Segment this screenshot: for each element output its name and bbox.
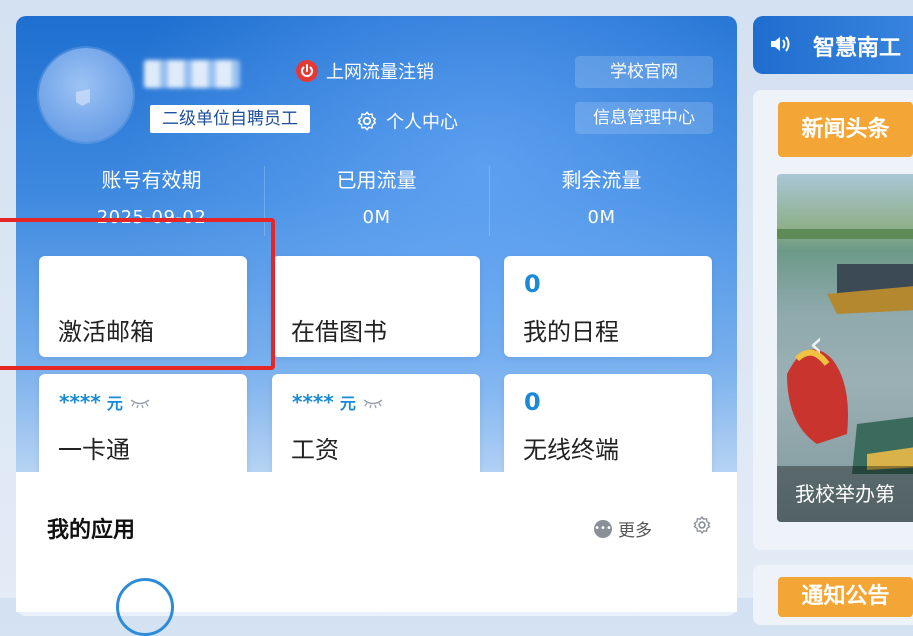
eye-closed-icon[interactable] [362, 397, 384, 409]
stat-value: 0M [587, 207, 616, 228]
avatar[interactable] [39, 48, 133, 142]
news-caption[interactable]: 我校举办第 [777, 466, 913, 522]
stat-used-traffic: 已用流量 0M [264, 164, 489, 228]
card-title: 工资 [291, 436, 339, 464]
notice-tab[interactable]: 通知公告 [778, 577, 913, 617]
card-campus-card[interactable]: **** 元 一卡通 [39, 374, 247, 484]
profile-center-link[interactable]: 个人中心 [356, 108, 458, 134]
more-link[interactable]: ••• 更多 [594, 516, 652, 541]
logout-traffic-link[interactable]: 上网流量注销 [296, 58, 434, 84]
currency-unit: 元 [106, 394, 123, 413]
speaker-icon [771, 36, 790, 52]
card-count: 0 [524, 388, 541, 416]
more-dots-icon: ••• [594, 519, 612, 538]
apps-title: 我的应用 [47, 518, 136, 543]
stat-label: 已用流量 [336, 168, 417, 192]
role-badge: 二级单位自聘员工 [150, 105, 310, 133]
info-center-button[interactable]: 信息管理中心 [575, 102, 713, 134]
card-my-schedule[interactable]: 0 我的日程 [504, 256, 712, 357]
avatar-placeholder-icon [76, 89, 90, 106]
masked-balance: **** 元 [59, 390, 151, 414]
masked-balance: **** 元 [292, 390, 384, 414]
stat-remaining-traffic: 剩余流量 0M [489, 164, 714, 228]
currency-unit: 元 [339, 394, 356, 413]
right-banner-title: 智慧南工 [813, 36, 902, 61]
masked-value: **** [59, 390, 101, 414]
news-tab[interactable]: 新闻头条 [778, 102, 913, 157]
more-label: 更多 [618, 521, 652, 541]
card-title: 我的日程 [523, 318, 619, 346]
eye-closed-icon[interactable] [129, 397, 151, 409]
card-salary[interactable]: **** 元 工资 [272, 374, 480, 484]
chevron-left-icon[interactable]: ‹ [809, 324, 823, 365]
profile-center-label: 个人中心 [386, 112, 458, 133]
news-image[interactable]: ‹ 我校举办第 [777, 174, 913, 522]
stat-label: 账号有效期 [101, 168, 202, 192]
gear-icon [357, 111, 377, 131]
card-count: 0 [524, 270, 541, 298]
my-apps-section: 我的应用 ••• 更多 [16, 472, 737, 636]
power-icon [296, 60, 318, 82]
news-card: 新闻头条 ‹ 我校举办第 [753, 90, 913, 550]
card-title: 一卡通 [58, 436, 130, 464]
highlight-box [0, 218, 275, 370]
logout-traffic-label: 上网流量注销 [326, 62, 434, 83]
card-wireless-terminals[interactable]: 0 无线终端 [504, 374, 712, 484]
notice-card: 通知公告 [753, 565, 913, 625]
masked-value: **** [292, 390, 334, 414]
username-blurred [144, 60, 240, 88]
stat-label: 剩余流量 [561, 168, 642, 192]
card-borrowed-books[interactable]: 在借图书 [272, 256, 480, 357]
card-title: 在借图书 [291, 318, 387, 346]
stat-value: 0M [362, 207, 391, 228]
card-title: 无线终端 [523, 436, 619, 464]
right-banner: 智慧南工 [753, 16, 913, 74]
settings-icon[interactable] [692, 515, 712, 535]
app-icon[interactable] [116, 578, 174, 636]
school-site-button[interactable]: 学校官网 [575, 56, 713, 88]
